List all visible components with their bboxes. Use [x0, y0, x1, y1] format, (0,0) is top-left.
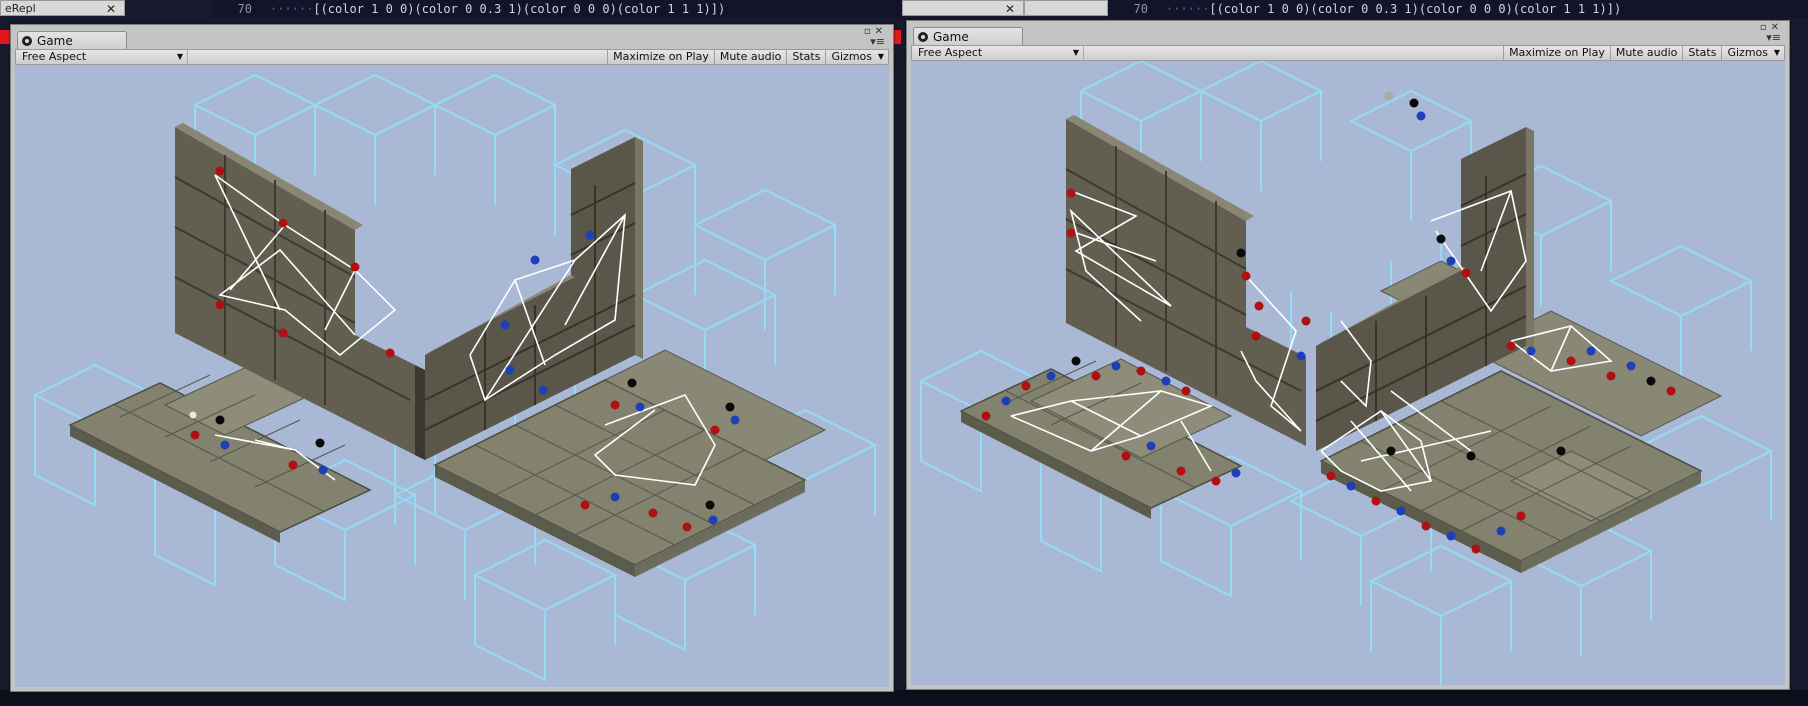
stats-button[interactable]: Stats	[1682, 46, 1721, 60]
background-window-mid: ✕	[902, 0, 1024, 16]
scene-render	[918, 61, 1774, 685]
aspect-label: Free Aspect	[918, 46, 983, 59]
maximize-on-play-button[interactable]: Maximize on Play	[1503, 46, 1610, 60]
line-number: 70	[237, 2, 252, 16]
aspect-dropdown[interactable]: Free Aspect ▼	[16, 50, 188, 64]
chevron-down-icon: ▼	[1072, 48, 1079, 57]
gizmos-label: Gizmos	[1727, 46, 1768, 59]
code-editor-right: 70 ······[(color 1 0 0)(color 0 0.3 1)(co…	[1108, 0, 1808, 18]
mute-audio-button[interactable]: Mute audio	[1609, 46, 1683, 60]
unity-logo-icon	[918, 32, 928, 42]
code-editor-left: 70 ······[(color 1 0 0)(color 0 0.3 1)(co…	[212, 0, 902, 18]
panel-menu-icon[interactable]: ▾≡	[1766, 31, 1781, 44]
gizmos-label: Gizmos	[831, 50, 872, 63]
chevron-down-icon: ▼	[1773, 48, 1780, 57]
game-toolbar: Free Aspect ▼ Maximize on Play Mute audio…	[15, 49, 889, 65]
chevron-down-icon: ▼	[176, 52, 183, 61]
game-viewport[interactable]	[15, 65, 889, 687]
mute-audio-button[interactable]: Mute audio	[713, 50, 787, 64]
background-window-title: eRepl	[5, 2, 36, 15]
code-line: [(color 1 0 0)(color 0 0.3 1)(color 0 0 …	[1209, 2, 1622, 16]
aspect-label: Free Aspect	[22, 50, 87, 63]
game-viewport[interactable]	[911, 61, 1785, 685]
game-toolbar: Free Aspect ▼ Maximize on Play Mute audio…	[911, 45, 1785, 61]
gizmos-button[interactable]: Gizmos ▼	[1721, 46, 1784, 60]
background-window-mid2	[1024, 0, 1108, 16]
line-number: 70	[1133, 2, 1148, 16]
red-marker	[893, 30, 901, 44]
scene-render	[32, 73, 878, 682]
chevron-down-icon: ▼	[877, 52, 884, 61]
tab-label: Game	[37, 34, 73, 48]
game-window-left: ▫✕ Game ▾≡ Free Aspect ▼ Maximize on Play…	[10, 24, 894, 692]
red-marker	[0, 30, 10, 44]
stats-button[interactable]: Stats	[786, 50, 825, 64]
unity-logo-icon	[22, 36, 32, 46]
maximize-on-play-button[interactable]: Maximize on Play	[607, 50, 714, 64]
tab-game[interactable]: Game	[913, 27, 1023, 45]
panel-menu-icon[interactable]: ▾≡	[870, 35, 885, 48]
game-window-right: ▫✕ Game ▾≡ Free Aspect ▼ Maximize on Play…	[906, 20, 1790, 690]
background-window-left: eRepl ✕	[0, 0, 125, 16]
tab-game[interactable]: Game	[17, 31, 127, 49]
close-icon[interactable]: ✕	[106, 1, 116, 17]
background-bottom	[0, 690, 1808, 706]
close-icon[interactable]: ✕	[1005, 1, 1015, 17]
aspect-dropdown[interactable]: Free Aspect ▼	[912, 46, 1084, 60]
gizmos-button[interactable]: Gizmos ▼	[825, 50, 888, 64]
code-line: [(color 1 0 0)(color 0 0.3 1)(color 0 0 …	[313, 2, 726, 16]
tab-label: Game	[933, 30, 969, 44]
